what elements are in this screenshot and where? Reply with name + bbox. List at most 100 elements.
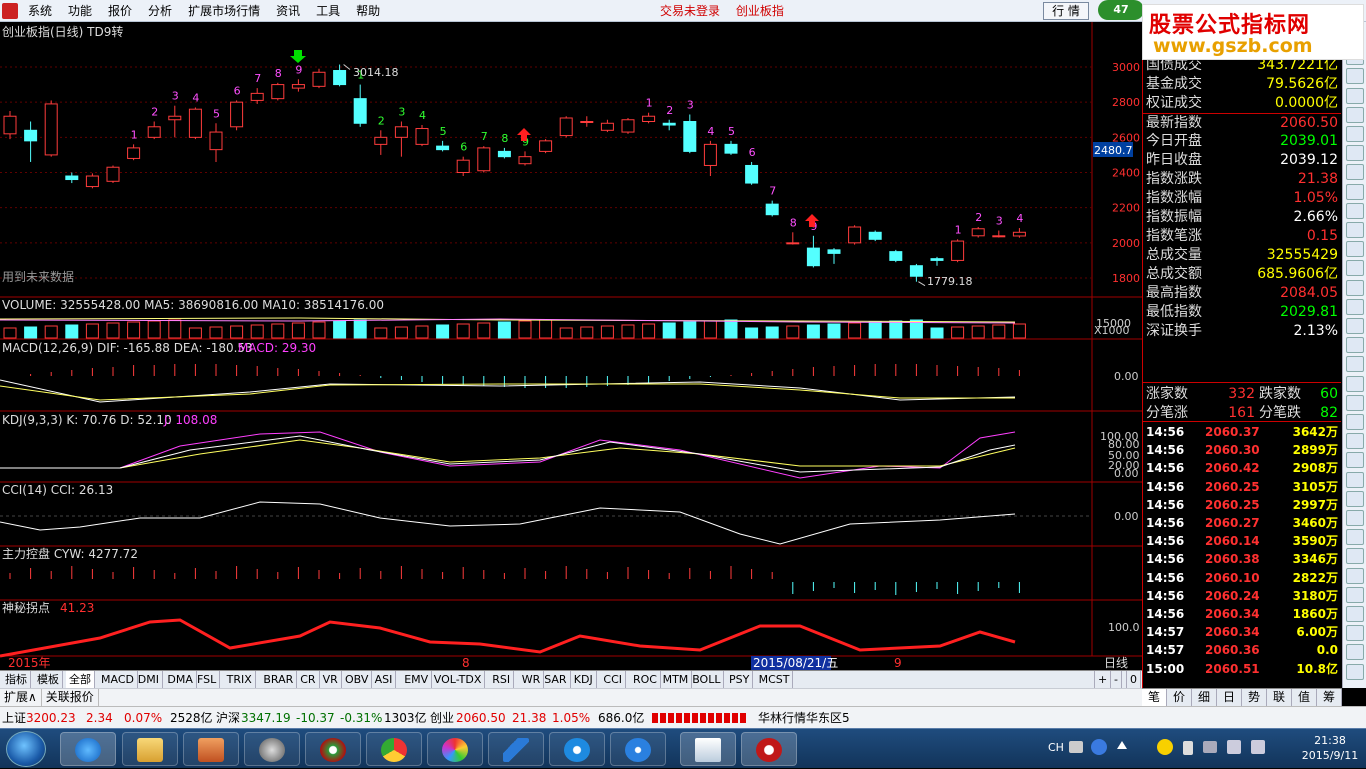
indicator-tab-kdj[interactable]: KDJ <box>571 671 597 688</box>
toolbar-icon[interactable] <box>1346 529 1364 546</box>
toolbar-icon[interactable] <box>1346 279 1364 296</box>
indicator-tab-mtm[interactable]: MTM <box>660 671 693 688</box>
help-icon[interactable] <box>1091 739 1107 755</box>
indicator-tab-fsl[interactable]: FSL <box>194 671 221 688</box>
toolbar-icon[interactable] <box>1346 356 1364 373</box>
notepad-taskbar-button[interactable] <box>680 732 736 766</box>
toolbar-icon[interactable] <box>1346 433 1364 450</box>
start-button-icon[interactable] <box>6 731 46 767</box>
toolbar-icon[interactable] <box>1346 87 1364 104</box>
toolbar-icon[interactable] <box>1346 241 1364 258</box>
toolbar-icon[interactable] <box>1346 452 1364 469</box>
toolbar-icon[interactable] <box>1346 68 1364 85</box>
tab-ctrl-2[interactable]: 0 <box>1126 671 1141 688</box>
side-tab[interactable]: 联 <box>1267 689 1292 706</box>
indicator-tab-指标[interactable]: 指标 <box>2 671 31 688</box>
indicator-tab-全部[interactable]: 全部 <box>66 671 95 688</box>
menu-quote[interactable]: 报价 <box>100 0 140 22</box>
bird-taskbar-button[interactable] <box>488 732 544 766</box>
menu-function[interactable]: 功能 <box>60 0 100 22</box>
indicator-tab-trix[interactable]: TRIX <box>224 671 256 688</box>
toolbar-icon[interactable] <box>1346 394 1364 411</box>
toolbar-icon[interactable] <box>1346 164 1364 181</box>
media-taskbar-button[interactable] <box>183 732 239 766</box>
toolbar-icon[interactable] <box>1346 318 1364 334</box>
chart-area[interactable]: 1234567891234567891234123456789 30002800… <box>0 22 1142 688</box>
video-taskbar-button[interactable] <box>244 732 300 766</box>
indicator-tab-psy[interactable]: PSY <box>726 671 754 688</box>
toolbar-icon[interactable] <box>1346 490 1364 507</box>
side-tab[interactable]: 日 <box>1217 689 1242 706</box>
battery-icon[interactable] <box>1183 741 1193 755</box>
tab-ctrl-1[interactable]: - <box>1110 671 1122 688</box>
indicator-tab-模板[interactable]: 模板 <box>34 671 63 688</box>
side-tab[interactable]: 笔 <box>1142 689 1167 706</box>
menu-system[interactable]: 系统 <box>20 0 60 22</box>
indicator-tab-obv[interactable]: OBV <box>342 671 373 688</box>
indicator-tab-sar[interactable]: SAR <box>541 671 571 688</box>
indicator-tab-emv[interactable]: EMV <box>401 671 433 688</box>
indicator-tab-dma[interactable]: DMA <box>164 671 197 688</box>
toolbar-icon[interactable] <box>1346 202 1364 219</box>
tab-ctrl-0[interactable]: + <box>1094 671 1112 688</box>
toolbar-icon[interactable] <box>1346 471 1364 488</box>
toolbar-icon[interactable] <box>1346 414 1364 430</box>
trade-login-status[interactable]: 交易未登录 <box>660 4 720 18</box>
indicator-tab-asi[interactable]: ASI <box>372 671 397 688</box>
stock-app-taskbar-button[interactable] <box>741 732 797 766</box>
explorer-taskbar-button[interactable] <box>122 732 178 766</box>
toolbar-icon[interactable] <box>1346 260 1364 277</box>
chrome-taskbar-button[interactable] <box>366 732 422 766</box>
toolbar-icon[interactable] <box>1346 586 1364 603</box>
toolbar-icon[interactable] <box>1346 548 1364 565</box>
toolbar-icon[interactable] <box>1346 298 1364 315</box>
toolbar-icon[interactable] <box>1346 145 1364 162</box>
ie-taskbar-button[interactable] <box>60 732 116 766</box>
player-taskbar-button[interactable] <box>305 732 361 766</box>
side-tab[interactable]: 筹 <box>1317 689 1342 706</box>
toolbar-icon[interactable] <box>1346 375 1364 392</box>
paper-plane-taskbar-button[interactable] <box>610 732 666 766</box>
toolbar-icon[interactable] <box>1346 663 1364 680</box>
toolbar-icon[interactable] <box>1346 644 1364 661</box>
indicator-tab-macd[interactable]: MACD <box>98 671 138 688</box>
tray-app-icon[interactable] <box>1157 739 1173 755</box>
toolbar-icon[interactable] <box>1346 183 1364 200</box>
menu-tools[interactable]: 工具 <box>308 0 348 22</box>
volume-icon[interactable] <box>1251 740 1265 754</box>
keyboard-icon[interactable] <box>1069 741 1083 753</box>
indicator-tab-cci[interactable]: CCI <box>600 671 626 688</box>
indicator-tab-rsi[interactable]: RSI <box>489 671 515 688</box>
toolbar-icon[interactable] <box>1346 567 1364 584</box>
indicator-tab-cr[interactable]: CR <box>297 671 320 688</box>
indicator-tab-brar[interactable]: BRAR <box>260 671 298 688</box>
notification-badge[interactable]: 47 <box>1098 0 1144 20</box>
browser-taskbar-button[interactable] <box>427 732 483 766</box>
menu-analysis[interactable]: 分析 <box>140 0 180 22</box>
network-icon[interactable] <box>1227 740 1241 754</box>
menu-help[interactable]: 帮助 <box>348 0 388 22</box>
indicator-tab-boll[interactable]: BOLL <box>689 671 725 688</box>
toolbar-icon[interactable] <box>1346 106 1364 123</box>
related-quote-tab[interactable]: 关联报价 <box>42 689 99 706</box>
expand-toggle[interactable]: 扩展∧ <box>0 689 42 706</box>
indicator-tab-mcst[interactable]: MCST <box>756 671 794 688</box>
indicator-tab-vr[interactable]: VR <box>320 671 342 688</box>
side-tab[interactable]: 值 <box>1292 689 1317 706</box>
side-tab[interactable]: 价 <box>1167 689 1192 706</box>
toolbar-icon[interactable] <box>1346 510 1364 526</box>
menu-ext-market[interactable]: 扩展市场行情 <box>180 0 268 22</box>
indicator-tab-roc[interactable]: ROC <box>630 671 661 688</box>
tray-expand-icon[interactable] <box>1117 741 1127 749</box>
toolbar-icon[interactable] <box>1346 337 1364 354</box>
toolbar-icon[interactable] <box>1346 625 1364 642</box>
indicator-tab-dmi[interactable]: DMI <box>135 671 164 688</box>
clock[interactable]: 21:38 2015/9/11 <box>1295 733 1365 763</box>
toolbar-icon[interactable] <box>1346 126 1364 142</box>
indicator-tab-vol-tdx[interactable]: VOL-TDX <box>431 671 486 688</box>
menu-news[interactable]: 资讯 <box>268 0 308 22</box>
side-tab[interactable]: 势 <box>1242 689 1267 706</box>
toolbar-icon[interactable] <box>1346 606 1364 622</box>
kline-chart-svg[interactable]: 1234567891234567891234123456789 30002800… <box>0 22 1142 670</box>
quote-button[interactable]: 行 情 <box>1043 2 1089 20</box>
